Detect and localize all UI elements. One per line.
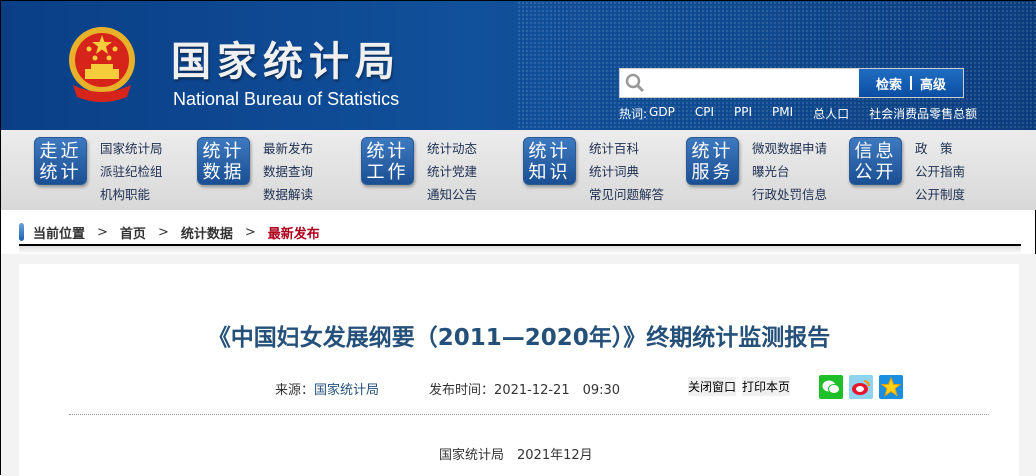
- nav-link[interactable]: 公开制度: [915, 183, 965, 206]
- nav-group: 统计 数据 最新发布 数据查询 数据解读: [197, 137, 360, 203]
- breadcrumb: 当前位置 > 首页 > 统计数据 > 最新发布: [19, 219, 320, 245]
- divider: [910, 76, 912, 90]
- nav-link[interactable]: 机构职能: [100, 183, 163, 206]
- breadcrumb-separator: >: [244, 224, 256, 240]
- nav-group: 统计 知识 统计百科 统计词典 常见问题解答: [523, 137, 686, 203]
- print-button[interactable]: 打印本页: [742, 377, 791, 396]
- nav-link[interactable]: 派驻纪检组: [100, 160, 163, 183]
- nav-group-badge[interactable]: 统计 服务: [686, 137, 739, 185]
- site-header: 国家统计局 National Bureau of Statistics 检索 高…: [1, 1, 1036, 130]
- nav-link[interactable]: 统计动态: [427, 137, 477, 160]
- badge-line: 知识: [528, 162, 571, 183]
- nav-link[interactable]: 数据解读: [263, 183, 313, 206]
- nav-link[interactable]: 微观数据申请: [752, 137, 827, 160]
- hot-words-label: 热词:: [619, 107, 648, 121]
- nav-group-links: 政 策公开指南 公开制度: [915, 137, 965, 206]
- nav-link[interactable]: 公开指南: [915, 160, 965, 183]
- search-icon: [620, 69, 650, 97]
- article-byline: 国家统计局 2021年12月: [439, 448, 593, 463]
- nav-link[interactable]: 统计词典: [589, 160, 664, 183]
- advanced-search-button[interactable]: 高级: [920, 74, 946, 93]
- breadcrumb-current[interactable]: 最新发布: [268, 223, 320, 242]
- nav-group: 统计 工作 统计动态 统计党建 通知公告: [361, 137, 524, 203]
- badge-line: 统计: [691, 141, 734, 162]
- dotted-divider: [69, 414, 989, 415]
- weibo-icon[interactable]: [849, 375, 873, 399]
- hot-word-link[interactable]: 总人口: [813, 105, 849, 122]
- nav-group: 走近 统计 国家统计局 派驻纪检组 机构职能: [34, 137, 197, 203]
- badge-line: 统计: [366, 141, 409, 162]
- nav-group: 统计 服务 微观数据申请 曝光台 行政处罚信息: [686, 137, 849, 203]
- nav-group: 信息 公开政 策公开指南 公开制度: [849, 137, 1012, 203]
- nav-link[interactable]: 常见问题解答: [589, 183, 664, 206]
- content-area: 《中国妇女发展纲要（2011—2020年）》终期统计监测报告 来源： 国家统计局…: [1, 254, 1036, 476]
- nav-link[interactable]: 统计百科: [589, 137, 664, 160]
- hot-word-link[interactable]: PMI: [772, 105, 793, 122]
- share-buttons: [819, 375, 903, 399]
- divider-shadow: [19, 246, 1021, 254]
- site-logo-en[interactable]: National Bureau of Statistics: [173, 89, 399, 110]
- nav-link[interactable]: 曝光台: [752, 160, 827, 183]
- source-link[interactable]: 国家统计局: [314, 379, 379, 398]
- nav-group-links: 微观数据申请 曝光台 行政处罚信息: [752, 137, 827, 206]
- breadcrumb-marker: [19, 223, 24, 241]
- nav-link[interactable]: 政 策: [915, 137, 965, 160]
- national-emblem-icon: [69, 27, 135, 102]
- article-meta: 来源： 国家统计局 发布时间： 2021-12-21 09:30: [275, 379, 620, 398]
- badge-line: 统计: [528, 141, 571, 162]
- qzone-icon[interactable]: [879, 375, 903, 399]
- nav-group-badge[interactable]: 走近 统计: [34, 137, 87, 185]
- hot-word-link[interactable]: 社会消费品零售总额: [869, 105, 977, 122]
- nav-link[interactable]: 最新发布: [263, 137, 313, 160]
- nav-group-badge[interactable]: 统计 知识: [523, 137, 576, 185]
- nav-link[interactable]: 国家统计局: [100, 137, 163, 160]
- nav-group-links: 统计百科 统计词典 常见问题解答: [589, 137, 664, 206]
- nav-group-links: 国家统计局 派驻纪检组 机构职能: [100, 137, 163, 206]
- badge-line: 服务: [691, 162, 734, 183]
- close-window-button[interactable]: 关闭窗口: [688, 377, 737, 396]
- nav-group-links: 统计动态 统计党建 通知公告: [427, 137, 477, 206]
- search-button[interactable]: 检索: [876, 74, 902, 93]
- badge-line: 信息: [854, 141, 897, 162]
- nav-group-badge[interactable]: 信息 公开: [849, 137, 902, 185]
- nav-group-links: 最新发布 数据查询 数据解读: [263, 137, 313, 206]
- nav-group-badge[interactable]: 统计 工作: [361, 137, 414, 185]
- nav-link[interactable]: 数据查询: [263, 160, 313, 183]
- search-buttons: 检索 高级: [859, 69, 963, 97]
- breadcrumb-separator: >: [97, 224, 108, 240]
- nav-link[interactable]: 统计党建: [427, 160, 477, 183]
- breadcrumb-home[interactable]: 首页: [120, 223, 146, 242]
- source-label: 来源：: [275, 383, 315, 398]
- nav-link[interactable]: 通知公告: [427, 183, 477, 206]
- hot-word-link[interactable]: CPI: [695, 105, 714, 122]
- hot-words: 热词: GDP CPI PPI PMI 总人口 社会消费品零售总额: [619, 105, 997, 122]
- breadcrumb-label: 当前位置: [33, 226, 86, 242]
- badge-line: 工作: [366, 162, 409, 183]
- breadcrumb-separator: >: [157, 224, 169, 240]
- publish-time-label: 发布时间：: [429, 383, 495, 398]
- search-input[interactable]: [650, 69, 859, 97]
- hot-word-link[interactable]: PPI: [734, 105, 752, 122]
- badge-line: 数据: [202, 162, 245, 183]
- badge-line: 统计: [39, 162, 82, 183]
- article-card: 《中国妇女发展纲要（2011—2020年）》终期统计监测报告 来源： 国家统计局…: [19, 264, 1019, 476]
- hot-word-link[interactable]: GDP: [649, 105, 675, 122]
- badge-line: 统计: [202, 141, 245, 162]
- wechat-icon[interactable]: [819, 375, 843, 399]
- article-tools: 关闭窗口 打印本页: [688, 377, 791, 396]
- breadcrumb-stats-data[interactable]: 统计数据: [181, 223, 233, 242]
- publish-time: 2021-12-21 09:30: [494, 383, 621, 398]
- site-logo-cn[interactable]: 国家统计局: [171, 29, 401, 87]
- nav-link[interactable]: 行政处罚信息: [752, 183, 827, 206]
- article-title: 《中国妇女发展纲要（2011—2020年）》终期统计监测报告: [207, 325, 831, 351]
- badge-line: 公开: [854, 162, 897, 183]
- nav-group-badge[interactable]: 统计 数据: [197, 137, 250, 185]
- main-nav: 走近 统计 国家统计局 派驻纪检组 机构职能 统计 数据 最新发布 数据查询 数据解读 统计 工作 统计…: [1, 130, 1036, 210]
- search-bar: 检索 高级: [619, 68, 964, 98]
- badge-line: 走近: [39, 141, 82, 162]
